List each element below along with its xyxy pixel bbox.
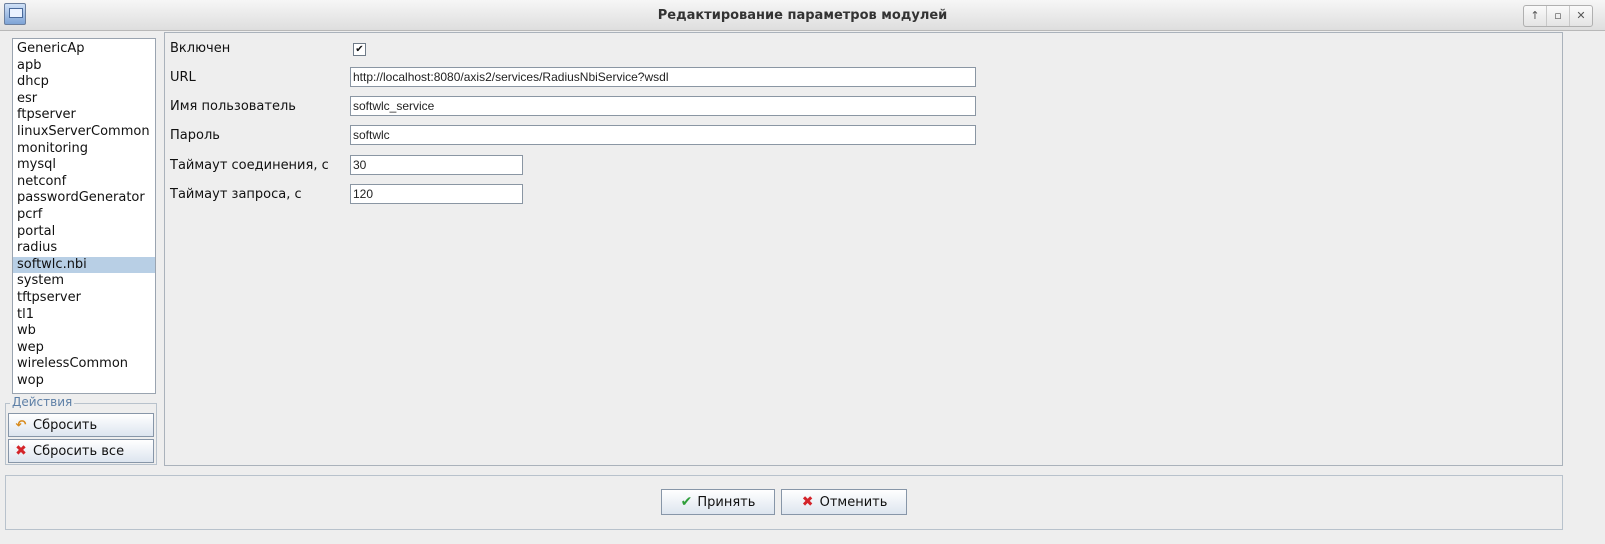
module-list-item[interactable]: monitoring (13, 141, 155, 158)
connection-timeout-field[interactable] (350, 155, 523, 175)
module-list-item[interactable]: radius (13, 240, 155, 257)
settings-panel: Включен ✔ URL Имя пользователь Пароль Та… (164, 32, 1563, 466)
enabled-label: Включен (170, 41, 231, 56)
module-list-item[interactable]: softwlc.nbi (13, 256, 155, 274)
restore-icon[interactable]: ▫ (1547, 6, 1570, 26)
module-list-item[interactable]: wop (13, 373, 155, 390)
reset-all-button-label: Сбросить все (33, 443, 125, 459)
cancel-button-label: Отменить (819, 494, 888, 510)
connection-timeout-label: Таймаут соединения, с (170, 158, 329, 173)
red-x-icon: ✖ (15, 443, 27, 459)
module-list-item[interactable]: wb (13, 323, 155, 340)
username-label: Имя пользователь (170, 99, 296, 114)
module-list-item[interactable]: tftpserver (13, 290, 155, 307)
username-field[interactable] (350, 96, 976, 116)
password-label: Пароль (170, 128, 220, 143)
reset-button[interactable]: ↶ Сбросить (8, 413, 154, 437)
module-list-item[interactable]: wirelessCommon (13, 356, 155, 373)
password-field[interactable] (350, 125, 976, 145)
accept-button[interactable]: ✔ Принять (661, 489, 775, 515)
module-list-item[interactable]: mysql (13, 157, 155, 174)
reset-all-button[interactable]: ✖ Сбросить все (8, 439, 154, 463)
module-list-item[interactable]: linuxServerCommon (13, 124, 155, 141)
dialog-button-bar: ✔ Принять ✖ Отменить (5, 475, 1563, 530)
undo-icon: ↶ (15, 417, 27, 433)
red-x-icon: ✖ (801, 494, 814, 510)
actions-group: Действия ↶ Сбросить ✖ Сбросить все (5, 395, 157, 465)
accept-button-label: Принять (697, 494, 756, 510)
url-label: URL (170, 70, 196, 85)
module-list-item[interactable]: netconf (13, 174, 155, 191)
module-list-item[interactable]: portal (13, 224, 155, 241)
module-list-item[interactable]: apb (13, 58, 155, 75)
cancel-button[interactable]: ✖ Отменить (781, 489, 907, 515)
window-controls: ↑ ▫ ✕ (1523, 5, 1593, 27)
module-list-item[interactable]: ftpserver (13, 107, 155, 124)
request-timeout-label: Таймаут запроса, с (170, 187, 302, 202)
module-list-item[interactable]: esr (13, 91, 155, 108)
module-list[interactable]: GenericAp apb dhcp esr ftpserver linuxServerC… (12, 38, 156, 394)
module-list-item[interactable]: tl1 (13, 307, 155, 324)
enabled-checkbox[interactable]: ✔ (353, 43, 366, 56)
module-list-item[interactable]: GenericAp (13, 41, 155, 58)
title-bar: Редактирование параметров модулей ↑ ▫ ✕ (0, 0, 1605, 31)
window-title: Редактирование параметров модулей (657, 8, 948, 23)
module-list-item[interactable]: passwordGenerator (13, 190, 155, 207)
close-icon[interactable]: ✕ (1570, 6, 1592, 26)
module-list-item[interactable]: dhcp (13, 74, 155, 91)
module-list-item[interactable]: pcrf (13, 207, 155, 224)
module-list-item[interactable]: wep (13, 340, 155, 357)
maximize-up-icon[interactable]: ↑ (1524, 6, 1547, 26)
check-icon: ✔ (680, 494, 693, 510)
module-list-item[interactable]: system (13, 273, 155, 290)
actions-group-label: Действия (10, 395, 75, 409)
request-timeout-field[interactable] (350, 184, 523, 204)
reset-button-label: Сбросить (33, 417, 98, 433)
url-field[interactable] (350, 67, 976, 87)
